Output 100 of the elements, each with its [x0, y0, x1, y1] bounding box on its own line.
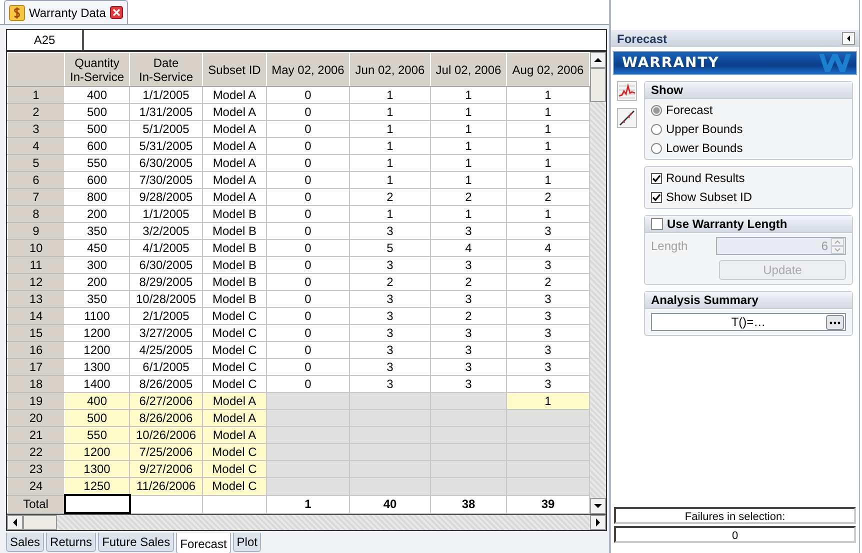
row-header[interactable]: 10 — [8, 240, 64, 256]
sheet-tab[interactable]: Future Sales — [98, 533, 174, 552]
row-header[interactable]: 20 — [8, 410, 64, 426]
empty-cell — [202, 495, 266, 513]
row-header[interactable]: 14 — [8, 308, 64, 324]
table-cell: 2 — [430, 274, 506, 290]
table-cell: Model A — [202, 172, 266, 188]
row-header[interactable]: 3 — [8, 120, 64, 138]
row-header[interactable]: 17 — [8, 358, 64, 376]
sheet-tab[interactable]: Plot — [232, 533, 262, 552]
column-header[interactable]: Date In-Service — [130, 52, 202, 86]
row-header[interactable]: 9 — [8, 222, 64, 240]
table-cell: 800 — [64, 188, 130, 206]
line-fit-icon[interactable] — [617, 108, 637, 128]
row-header[interactable]: 19 — [8, 392, 64, 410]
checkbox-label: Round Results — [666, 171, 745, 185]
table-cell: 7/30/2005 — [130, 172, 202, 188]
active-cell[interactable] — [64, 495, 130, 513]
column-header[interactable]: May 02, 2006 — [266, 52, 350, 86]
table-cell: 1300 — [64, 460, 130, 478]
table-cell: 0 — [266, 172, 350, 188]
table-cell: 1 — [506, 172, 590, 188]
table-cell: 2 — [350, 274, 430, 290]
table-cell: Model B — [202, 274, 266, 290]
table-cell: 0 — [266, 154, 350, 172]
table-cell: 1 — [350, 138, 430, 154]
collapse-icon[interactable] — [842, 32, 855, 45]
horizontal-scrollbar[interactable] — [7, 514, 606, 530]
table-cell: 3/2/2005 — [130, 222, 202, 240]
row-header[interactable]: 18 — [8, 376, 64, 392]
table-cell: 3 — [350, 222, 430, 240]
cell-reference-field[interactable]: A25 — [7, 30, 84, 50]
row-header[interactable]: 4 — [8, 138, 64, 154]
column-header[interactable]: Subset ID — [202, 52, 266, 86]
row-header[interactable]: 21 — [8, 426, 64, 444]
table-cell: 1 — [506, 120, 590, 138]
total-cell: 39 — [506, 495, 590, 513]
table-cell: 300 — [64, 256, 130, 274]
table-cell: 8/29/2005 — [130, 274, 202, 290]
table-cell: 200 — [64, 206, 130, 222]
row-header[interactable]: 1 — [8, 86, 64, 104]
row-header[interactable]: 24 — [8, 478, 64, 495]
table-cell: 3 — [506, 256, 590, 274]
more-icon[interactable] — [826, 315, 844, 330]
radio-button[interactable] — [651, 104, 662, 116]
row-header[interactable]: 5 — [8, 154, 64, 172]
table-cell: 1 — [506, 138, 590, 154]
column-header[interactable]: Jun 02, 2006 — [350, 52, 430, 86]
radio-button[interactable] — [651, 124, 662, 134]
row-header[interactable]: 13 — [8, 290, 64, 308]
row-header[interactable]: 12 — [8, 274, 64, 290]
scroll-left-icon[interactable] — [7, 515, 23, 530]
scroll-thumb[interactable] — [23, 515, 57, 530]
table-cell: 10/28/2005 — [130, 290, 202, 308]
row-header[interactable]: 2 — [8, 104, 64, 120]
close-icon[interactable] — [110, 6, 123, 19]
row-header[interactable]: 6 — [8, 172, 64, 188]
column-header[interactable]: Quantity In-Service — [64, 52, 130, 86]
document-tab[interactable]: Warranty Data — [4, 0, 128, 24]
checkbox[interactable] — [651, 192, 662, 202]
table-cell: Model C — [202, 478, 266, 495]
group-title: Analysis Summary — [651, 293, 758, 307]
table-cell: 3 — [506, 290, 590, 308]
checkbox[interactable] — [651, 172, 662, 184]
logo-mark-icon — [818, 53, 852, 73]
chart-icon[interactable] — [617, 81, 637, 101]
row-header[interactable]: 8 — [8, 206, 64, 222]
row-header[interactable]: 7 — [8, 188, 64, 206]
vertical-scrollbar[interactable] — [590, 52, 606, 514]
scroll-up-icon[interactable] — [590, 52, 606, 68]
table-cell: Model C — [202, 460, 266, 478]
checkbox-label: Show Subset ID — [666, 190, 752, 204]
row-header[interactable]: 22 — [8, 444, 64, 460]
row-header[interactable]: 11 — [8, 256, 64, 274]
table-cell: 1 — [506, 206, 590, 222]
table-cell: 0 — [266, 324, 350, 342]
row-header[interactable]: 23 — [8, 460, 64, 478]
table-cell: 6/27/2006 — [130, 392, 202, 410]
table-cell: Model A — [202, 392, 266, 410]
table-cell: 3 — [506, 342, 590, 358]
summary-field[interactable]: T()=… — [651, 313, 846, 331]
table-cell: 400 — [64, 86, 130, 104]
sheet-tab[interactable]: Returns — [46, 533, 96, 552]
table-cell: 3 — [430, 342, 506, 358]
row-header[interactable]: 16 — [8, 342, 64, 358]
document-tab-title: Warranty Data — [29, 6, 106, 20]
checkbox[interactable] — [651, 218, 663, 230]
row-header[interactable]: 15 — [8, 324, 64, 342]
scroll-right-icon[interactable] — [590, 515, 606, 530]
table-cell: 0 — [266, 138, 350, 154]
column-header[interactable]: Aug 02, 2006 — [506, 52, 590, 86]
scroll-thumb[interactable] — [590, 68, 606, 102]
column-header[interactable]: Jul 02, 2006 — [430, 52, 506, 86]
table-cell: 0 — [266, 256, 350, 274]
table-cell: 3 — [506, 308, 590, 324]
scroll-down-icon[interactable] — [590, 498, 606, 514]
table-cell: 450 — [64, 240, 130, 256]
radio-button[interactable] — [651, 142, 662, 154]
sheet-tab[interactable]: Forecast — [176, 533, 231, 553]
sheet-tab[interactable]: Sales — [6, 533, 44, 552]
